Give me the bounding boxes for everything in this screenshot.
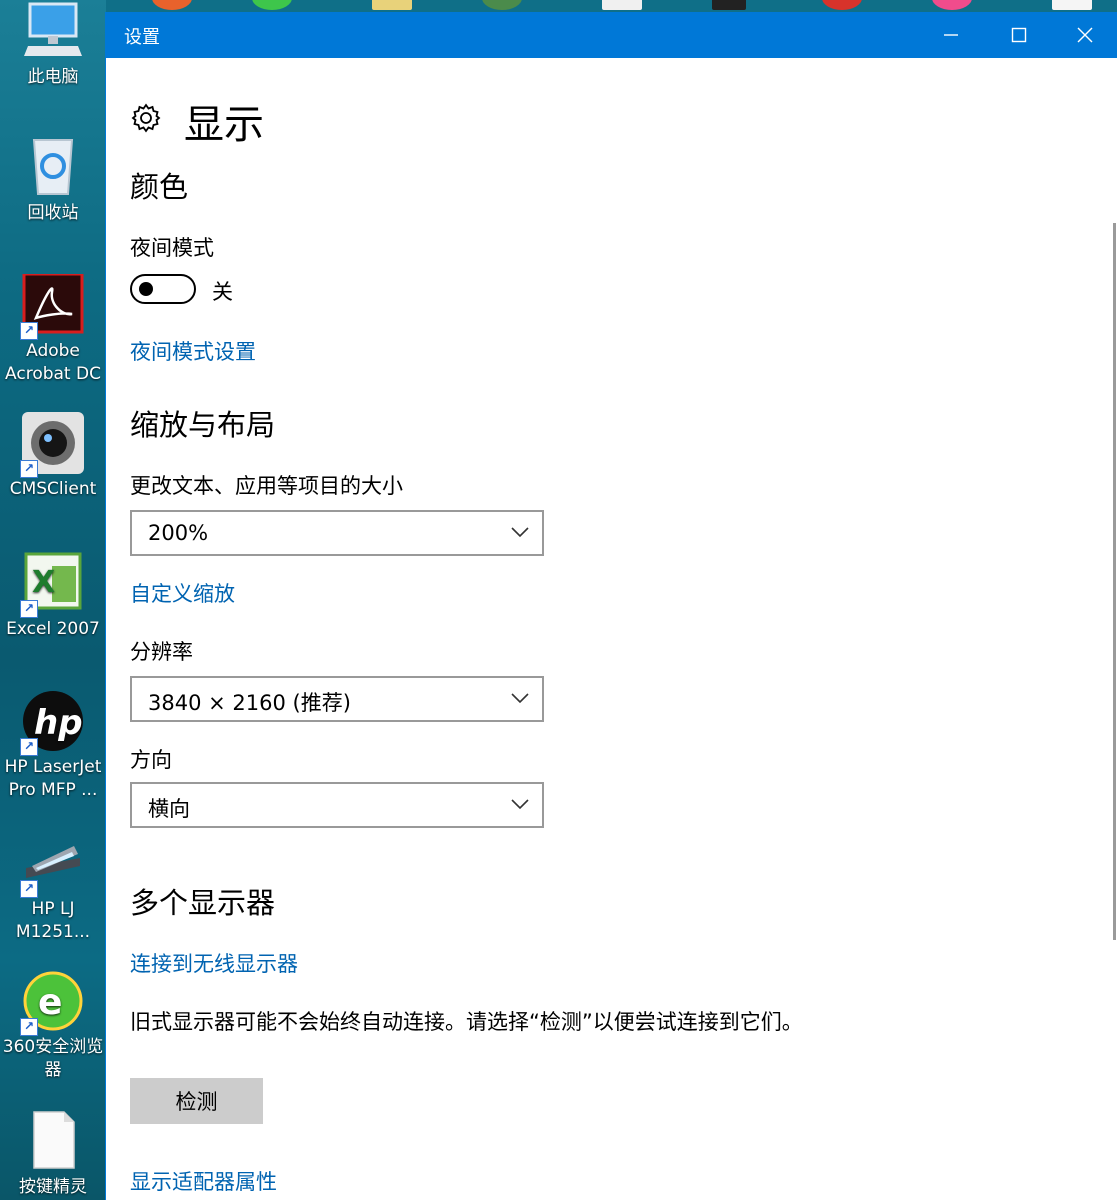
app-icon-partial: [602, 0, 642, 10]
acrobat-icon: ↗: [20, 272, 84, 340]
desktop-icon-label: 回收站: [27, 203, 79, 223]
desktop-icon-adobe-acrobat[interactable]: ↗ Adobe Acrobat DC: [0, 272, 106, 386]
settings-window: 设置 显示 颜色 夜间模式 关 夜间模式设置 缩放与布局 更改文本、应用等项目的…: [105, 12, 1117, 1200]
section-heading-multiple-displays: 多个显示器: [130, 886, 276, 920]
page-title: 显示: [184, 102, 264, 148]
window-title: 设置: [124, 27, 160, 48]
desktop-icon-excel[interactable]: X ↗ Excel 2007: [0, 552, 106, 641]
minimize-icon: [944, 34, 958, 36]
app-icon-partial: [712, 0, 746, 10]
scale-dropdown-value: 200%: [148, 521, 209, 545]
desktop-icon-this-pc[interactable]: 此电脑: [0, 0, 106, 89]
desktop-icon-label: Adobe Acrobat DC: [5, 341, 101, 384]
display-adapter-properties-link[interactable]: 显示适配器属性: [130, 1166, 277, 1196]
night-mode-settings-link[interactable]: 夜间模式设置: [130, 336, 256, 366]
chevron-down-icon: [511, 799, 529, 810]
close-button[interactable]: [1052, 12, 1117, 58]
section-heading-color: 颜色: [130, 170, 189, 204]
shortcut-arrow-icon: ↗: [20, 600, 38, 618]
desktop-icon-anjianjingling[interactable]: 按键精灵: [0, 1110, 106, 1199]
title-bar[interactable]: 设置: [106, 12, 1117, 58]
shortcut-arrow-icon: ↗: [20, 322, 38, 340]
desktop-icon-label: HP LJ M1251...: [15, 899, 91, 942]
legacy-display-description: 旧式显示器可能不会始终自动连接。请选择“检测”以便尝试连接到它们。: [130, 1010, 803, 1034]
desktop-icon-360-browser[interactable]: e ↗ 360安全浏览器: [0, 970, 106, 1082]
scrollbar[interactable]: [1113, 223, 1116, 940]
chevron-down-icon: [511, 693, 529, 704]
app-icon-partial: [372, 0, 412, 10]
app-icon-partial: [822, 0, 862, 10]
text-size-label: 更改文本、应用等项目的大小: [130, 474, 403, 498]
file-icon: [22, 1110, 84, 1172]
connect-wireless-display-link[interactable]: 连接到无线显示器: [130, 948, 298, 978]
app-icon-partial: [252, 0, 292, 10]
app-icon-partial: [152, 0, 192, 10]
desktop-icon-label: HP LaserJet Pro MFP ...: [4, 757, 102, 800]
desktop-icon-label: 360安全浏览器: [2, 1037, 104, 1080]
scale-dropdown[interactable]: 200%: [130, 510, 544, 556]
maximize-button[interactable]: [986, 12, 1052, 58]
hp-icon: hp ↗: [20, 690, 84, 756]
excel-icon: X ↗: [20, 552, 84, 618]
desktop-top-strip: [106, 0, 1117, 12]
recycle-bin-icon: [22, 136, 84, 198]
resolution-label: 分辨率: [130, 640, 193, 664]
desktop-icon-label: 此电脑: [27, 67, 79, 87]
desktop-icon-cmsclient[interactable]: ↗ CMSClient: [0, 412, 106, 501]
section-heading-scale-layout: 缩放与布局: [130, 408, 276, 442]
app-icon-partial: [482, 0, 522, 10]
desktop-icon-label: CMSClient: [9, 479, 97, 499]
orientation-dropdown[interactable]: 横向: [130, 782, 544, 828]
shortcut-arrow-icon: ↗: [20, 880, 38, 898]
app-icon-partial: [1052, 0, 1092, 10]
custom-scale-link[interactable]: 自定义缩放: [130, 578, 235, 608]
svg-text:hp: hp: [34, 703, 83, 743]
computer-icon: [22, 0, 84, 62]
resolution-dropdown[interactable]: 3840 × 2160 (推荐): [130, 676, 544, 722]
close-icon: [1077, 27, 1093, 43]
desktop-icon-hp-laserjet[interactable]: hp ↗ HP LaserJet Pro MFP ...: [0, 690, 106, 802]
shortcut-arrow-icon: ↗: [20, 1018, 38, 1036]
svg-text:e: e: [38, 982, 62, 1023]
desktop-icon-hp-lj-m1251[interactable]: ↗ HP LJ M1251...: [0, 832, 106, 944]
night-mode-state: 关: [212, 280, 233, 304]
webcam-icon: ↗: [20, 412, 84, 478]
desktop-icon-label: 按键精灵: [19, 1177, 87, 1197]
toggle-knob: [139, 282, 153, 296]
minimize-button[interactable]: [918, 12, 984, 58]
detect-button[interactable]: 检测: [130, 1078, 263, 1124]
resolution-dropdown-value: 3840 × 2160 (推荐): [148, 691, 351, 715]
desktop-icon-label: Excel 2007: [6, 619, 100, 639]
maximize-icon: [1011, 27, 1027, 43]
shortcut-arrow-icon: ↗: [20, 460, 38, 478]
orientation-dropdown-value: 横向: [148, 797, 190, 821]
gear-icon: [130, 102, 162, 134]
browser-360-icon: e ↗: [20, 970, 84, 1036]
chevron-down-icon: [511, 527, 529, 538]
night-mode-toggle[interactable]: [130, 274, 196, 304]
desktop: 此电脑 回收站 ↗ Adobe Acrobat DC ↗ CMSClient X…: [0, 0, 106, 1200]
scanner-icon: ↗: [20, 832, 84, 898]
svg-text:X: X: [32, 565, 55, 600]
desktop-icon-recycle-bin[interactable]: 回收站: [0, 136, 106, 225]
orientation-label: 方向: [130, 748, 172, 772]
shortcut-arrow-icon: ↗: [20, 738, 38, 756]
app-icon-partial: [932, 0, 972, 10]
night-mode-label: 夜间模式: [130, 236, 214, 260]
